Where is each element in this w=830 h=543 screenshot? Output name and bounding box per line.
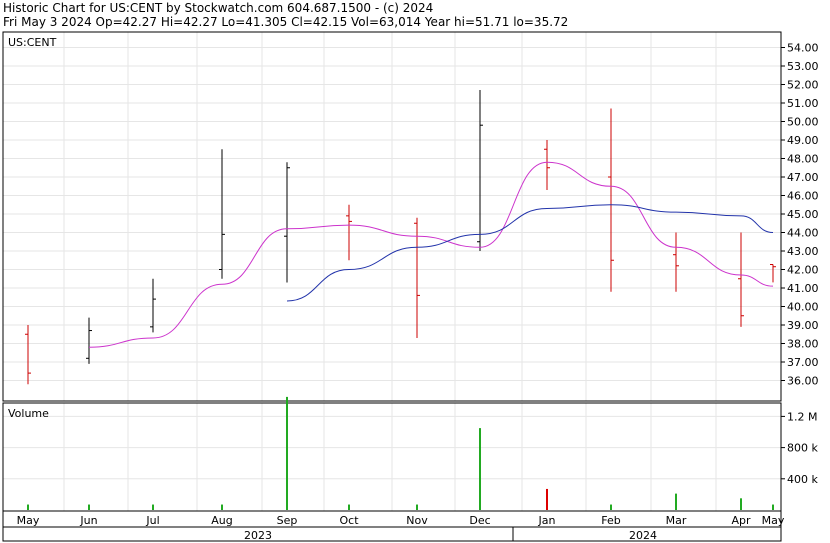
price-tick-label: 45.00 xyxy=(787,208,819,221)
symbol-label: US:CENT xyxy=(8,36,57,49)
price-candles xyxy=(25,90,776,385)
price-tick-label: 36.00 xyxy=(787,375,819,388)
month-label: Sep xyxy=(277,514,298,527)
volume-tick-label: 800 k xyxy=(787,442,818,455)
price-tick-label: 41.00 xyxy=(787,282,819,295)
year-axis-labels: 2023 2024 xyxy=(244,529,657,542)
volume-bar xyxy=(610,504,612,510)
volume-spike-bar xyxy=(675,493,677,510)
price-tick-label: 50.00 xyxy=(787,116,819,129)
month-label: May xyxy=(17,514,40,527)
price-tick-label: 49.00 xyxy=(787,134,819,147)
volume-bar xyxy=(27,504,29,510)
volume-bar xyxy=(88,504,90,510)
volume-bar xyxy=(348,504,350,510)
volume-spike-bar xyxy=(740,498,742,510)
volume-bar xyxy=(416,504,418,510)
month-label: Jun xyxy=(79,514,97,527)
month-label: Aug xyxy=(211,514,232,527)
price-tick-label: 51.00 xyxy=(787,97,819,110)
volume-tick-label: 400 k xyxy=(787,473,818,486)
month-label: Jan xyxy=(538,514,556,527)
volume-spike-bar xyxy=(479,428,481,510)
volume-spike-bar xyxy=(546,488,548,510)
month-label: Oct xyxy=(339,514,359,527)
price-tick-label: 47.00 xyxy=(787,171,819,184)
month-label: Feb xyxy=(601,514,620,527)
volume-panel-title: Volume xyxy=(8,407,49,420)
price-tick-label: 37.00 xyxy=(787,356,819,369)
price-tick-label: 52.00 xyxy=(787,79,819,92)
price-tick-label: 40.00 xyxy=(787,301,819,314)
month-label: Dec xyxy=(469,514,490,527)
price-tick-label: 38.00 xyxy=(787,338,819,351)
month-label: Apr xyxy=(731,514,751,527)
price-tick-label: 48.00 xyxy=(787,153,819,166)
volume-bars xyxy=(27,396,774,510)
price-tick-label: 54.00 xyxy=(787,42,819,55)
price-gridlines xyxy=(3,32,781,511)
price-axis-ticks: 54.00 53.00 52.00 51.00 50.00 49.00 48.00 47.00… xyxy=(781,42,819,388)
year-label: 2024 xyxy=(629,529,657,542)
month-label: May xyxy=(762,514,785,527)
stock-chart: US:CENT Volume 54.00 53.00 52.00 51.00 50.00… xyxy=(2,31,819,542)
price-tick-label: 39.00 xyxy=(787,319,819,332)
price-tick-label: 46.00 xyxy=(787,190,819,203)
month-axis-ticks: May Jun Jul Aug Sep Oct Nov Dec Jan Feb Mar Apr May xyxy=(17,514,785,527)
month-label: Jul xyxy=(145,514,159,527)
price-tick-label: 43.00 xyxy=(787,245,819,258)
price-tick-label: 44.00 xyxy=(787,227,819,240)
price-tick-label: 42.00 xyxy=(787,264,819,277)
short-moving-average-line xyxy=(88,161,774,348)
month-label: Nov xyxy=(406,514,428,527)
month-label: Mar xyxy=(666,514,687,527)
volume-axis-ticks: 1.2 M 800 k 400 k xyxy=(781,410,818,486)
volume-bar xyxy=(772,504,774,510)
long-moving-average-line xyxy=(286,204,774,302)
volume-bar xyxy=(221,504,223,510)
year-label: 2023 xyxy=(244,529,272,542)
price-tick-label: 53.00 xyxy=(787,60,819,73)
date-axis-frame xyxy=(2,510,782,542)
volume-spike-bar xyxy=(286,396,288,510)
volume-tick-label: 1.2 M xyxy=(787,410,817,423)
volume-bar xyxy=(152,504,154,510)
